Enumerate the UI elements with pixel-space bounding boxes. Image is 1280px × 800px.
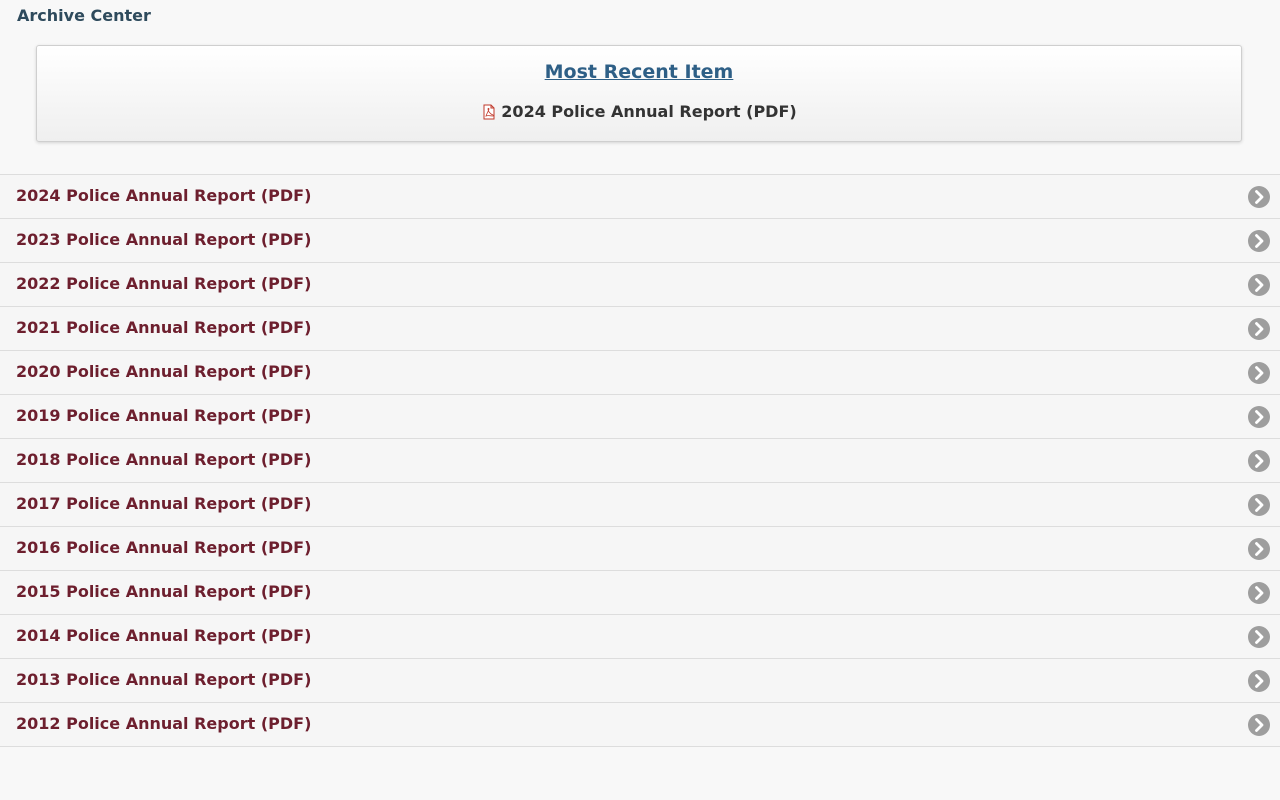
list-item-label: 2024 Police Annual Report (PDF) [16, 186, 312, 205]
list-item[interactable]: 2018 Police Annual Report (PDF) [0, 439, 1280, 483]
list-item-label: 2015 Police Annual Report (PDF) [16, 582, 312, 601]
page-title: Archive Center [17, 6, 151, 25]
list-item-label: 2022 Police Annual Report (PDF) [16, 274, 312, 293]
chevron-right-circle-icon [1248, 362, 1270, 384]
chevron-right-circle-icon [1248, 186, 1270, 208]
list-item-label: 2016 Police Annual Report (PDF) [16, 538, 312, 557]
list-item[interactable]: 2020 Police Annual Report (PDF) [0, 351, 1280, 395]
list-item[interactable]: 2013 Police Annual Report (PDF) [0, 659, 1280, 703]
chevron-right-circle-icon [1248, 274, 1270, 296]
list-item-label: 2021 Police Annual Report (PDF) [16, 318, 312, 337]
list-item-label: 2017 Police Annual Report (PDF) [16, 494, 312, 513]
chevron-right-circle-icon [1248, 714, 1270, 736]
chevron-right-circle-icon [1248, 626, 1270, 648]
list-item[interactable]: 2021 Police Annual Report (PDF) [0, 307, 1280, 351]
list-item-label: 2023 Police Annual Report (PDF) [16, 230, 312, 249]
most-recent-heading-link[interactable]: Most Recent Item [37, 60, 1241, 84]
list-item-label: 2019 Police Annual Report (PDF) [16, 406, 312, 425]
list-item[interactable]: 2014 Police Annual Report (PDF) [0, 615, 1280, 659]
most-recent-panel: Most Recent Item 2024 Police Annual Repo… [36, 45, 1242, 142]
list-item[interactable]: 2016 Police Annual Report (PDF) [0, 527, 1280, 571]
list-item[interactable]: 2022 Police Annual Report (PDF) [0, 263, 1280, 307]
chevron-right-circle-icon [1248, 582, 1270, 604]
list-item-label: 2013 Police Annual Report (PDF) [16, 670, 312, 689]
list-item[interactable]: 2017 Police Annual Report (PDF) [0, 483, 1280, 527]
archive-list: 2024 Police Annual Report (PDF) 2023 Pol… [0, 174, 1280, 747]
list-item[interactable]: 2023 Police Annual Report (PDF) [0, 219, 1280, 263]
list-item[interactable]: 2015 Police Annual Report (PDF) [0, 571, 1280, 615]
chevron-right-circle-icon [1248, 538, 1270, 560]
list-item-label: 2014 Police Annual Report (PDF) [16, 626, 312, 645]
chevron-right-circle-icon [1248, 670, 1270, 692]
most-recent-item-label: 2024 Police Annual Report (PDF) [501, 102, 797, 121]
chevron-right-circle-icon [1248, 406, 1270, 428]
list-item-label: 2020 Police Annual Report (PDF) [16, 362, 312, 381]
list-item[interactable]: 2019 Police Annual Report (PDF) [0, 395, 1280, 439]
list-item[interactable]: 2012 Police Annual Report (PDF) [0, 703, 1280, 747]
most-recent-item-link[interactable]: 2024 Police Annual Report (PDF) [37, 102, 1241, 122]
chevron-right-circle-icon [1248, 230, 1270, 252]
pdf-icon [483, 104, 495, 120]
chevron-right-circle-icon [1248, 494, 1270, 516]
list-item-label: 2012 Police Annual Report (PDF) [16, 714, 312, 733]
chevron-right-circle-icon [1248, 318, 1270, 340]
list-item[interactable]: 2024 Police Annual Report (PDF) [0, 175, 1280, 219]
chevron-right-circle-icon [1248, 450, 1270, 472]
list-item-label: 2018 Police Annual Report (PDF) [16, 450, 312, 469]
